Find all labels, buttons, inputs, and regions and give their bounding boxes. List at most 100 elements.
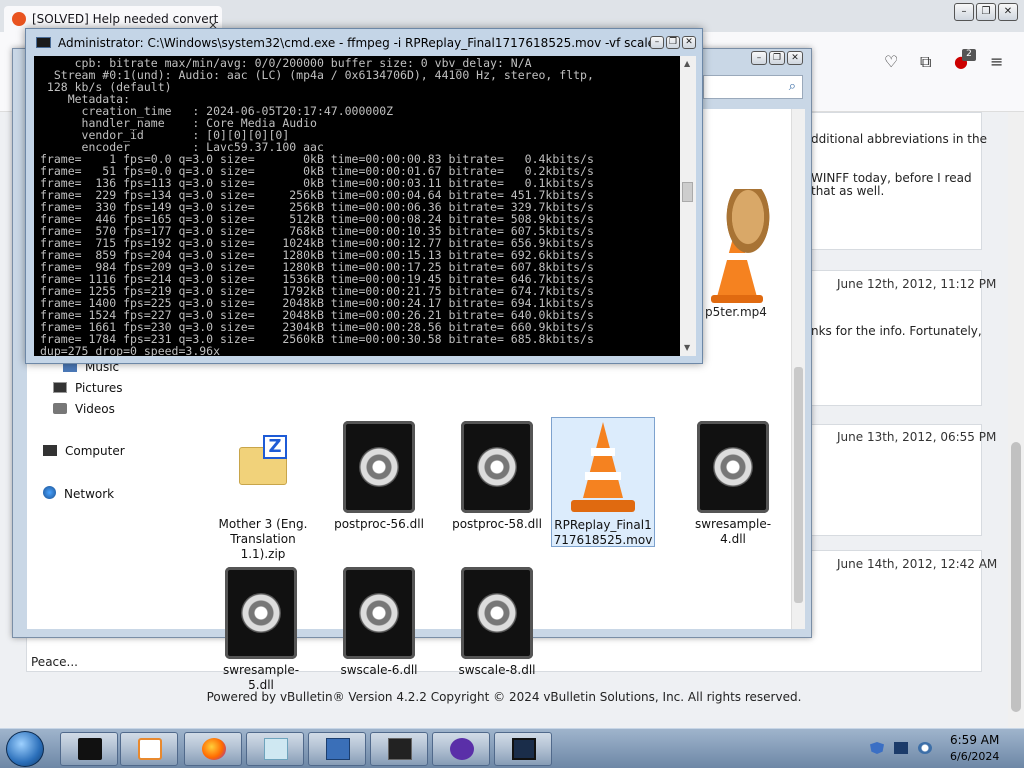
vlc-cone-icon[interactable]: [705, 189, 773, 305]
shield-icon[interactable]: [870, 742, 884, 754]
pocket-icon[interactable]: ♡: [884, 52, 898, 71]
nav-item-videos[interactable]: Videos: [53, 402, 115, 416]
post-date: June 13th, 2012, 06:55 PM: [837, 430, 997, 444]
file-item[interactable]: postproc-56.dll: [329, 421, 429, 532]
start-button[interactable]: [6, 731, 44, 767]
scroll-down-icon[interactable]: ▼: [684, 343, 690, 352]
menu-icon[interactable]: ≡: [990, 52, 1003, 71]
extensions-icon[interactable]: ⧉: [920, 52, 931, 72]
computer-icon: [43, 445, 57, 456]
taskbar-button[interactable]: [120, 732, 178, 766]
system-tray: 6:59 AM 6/6/2024: [862, 729, 1024, 768]
file-item[interactable]: swresample-5.dll: [211, 567, 311, 693]
console-output[interactable]: cpb: bitrate max/min/avg: 0/0/200000 buf…: [34, 56, 680, 356]
post-text: nks for the info. Fortunately,: [811, 324, 982, 338]
dll-gear-icon: [697, 421, 769, 513]
file-label: swresample-5.dll: [222, 663, 300, 692]
tab-title: [SOLVED] Help needed convert: [32, 12, 219, 26]
maximize-button[interactable]: ❐: [666, 36, 680, 49]
file-label: postproc-56.dll: [334, 517, 424, 531]
file-item-selected[interactable]: RPReplay_Final1717618525.mov: [551, 417, 655, 547]
nav-item-pictures[interactable]: Pictures: [53, 381, 123, 395]
minimize-button[interactable]: –: [954, 3, 974, 21]
vlc-cone-icon: [567, 422, 639, 514]
file-item[interactable]: postproc-58.dll: [447, 421, 547, 532]
page-scrollbar[interactable]: [1008, 112, 1024, 728]
file-label: swresample-4.dll: [694, 517, 772, 546]
page-scroll-thumb[interactable]: [1011, 442, 1021, 712]
ubuntu-icon: [12, 12, 26, 26]
file-label: RPReplay_Final1717618525.mov: [553, 518, 653, 547]
notepad-icon: [264, 738, 288, 760]
file-item[interactable]: swscale-8.dll: [447, 567, 547, 678]
minimize-button[interactable]: –: [650, 36, 664, 49]
file-label: swscale-6.dll: [340, 663, 418, 677]
post-text: Peace...: [31, 655, 78, 669]
console-line: 128 kb/s (default): [40, 80, 172, 94]
console-scrollbar[interactable]: ▲ ▼: [680, 56, 696, 356]
file-list-scrollbar[interactable]: [791, 109, 805, 629]
file-label: postproc-58.dll: [452, 517, 542, 531]
file-list-scroll-thumb[interactable]: [794, 367, 803, 603]
taskbar-button[interactable]: [432, 732, 490, 766]
footer-copyright: Powered by vBulletin® Version 4.2.2 Copy…: [206, 690, 802, 704]
console-line: dup=275 drop=0 speed=3.96x: [40, 344, 221, 356]
cmd-window-controls: – ❐ ✕: [650, 36, 696, 49]
clock-time[interactable]: 6:59 AM: [950, 733, 999, 747]
file-item[interactable]: swscale-6.dll: [329, 567, 429, 678]
nav-item-network[interactable]: Network: [43, 486, 114, 501]
cmd-title: Administrator: C:\Windows\system32\cmd.e…: [58, 36, 664, 50]
display-icon[interactable]: [894, 742, 908, 754]
taskbar-button[interactable]: [494, 732, 552, 766]
taskbar-button[interactable]: [246, 732, 304, 766]
taskbar-button[interactable]: [184, 732, 242, 766]
clock-date[interactable]: 6/6/2024: [950, 750, 999, 763]
dll-gear-icon: [461, 567, 533, 659]
close-button[interactable]: ✕: [787, 51, 803, 65]
keyboard-app-icon: [326, 738, 350, 760]
maximize-button[interactable]: ❐: [769, 51, 785, 65]
monitor-app-icon: [512, 738, 536, 760]
explorer-search-box[interactable]: ⌕: [703, 75, 803, 99]
minimize-button[interactable]: –: [751, 51, 767, 65]
file-label: Mother 3 (Eng. Translation 1.1).zip: [218, 517, 308, 561]
dll-gear-icon: [461, 421, 533, 513]
post-text: dditional abbreviations in the: [811, 132, 987, 146]
media-player-icon: [138, 738, 162, 760]
file-item[interactable]: Z Mother 3 (Eng. Translation 1.1).zip: [213, 421, 313, 562]
scroll-up-icon[interactable]: ▲: [684, 59, 690, 68]
search-icon[interactable]: ⌕: [789, 79, 796, 94]
glasses-app-icon: [450, 738, 474, 760]
maximize-button[interactable]: ❐: [976, 3, 996, 21]
zip-folder-icon: Z: [227, 421, 299, 513]
file-label[interactable]: p5ter.mp4: [705, 305, 767, 319]
post-text: WINFF today, before I read: [811, 171, 972, 185]
cmd-titlebar[interactable]: Administrator: C:\Windows\system32\cmd.e…: [26, 29, 702, 55]
extension-badge: 2: [962, 49, 976, 61]
dll-gear-icon: [225, 567, 297, 659]
dll-gear-icon: [343, 421, 415, 513]
console-app-icon: [78, 738, 102, 760]
close-button[interactable]: ✕: [998, 3, 1018, 21]
firefox-icon: [202, 738, 226, 760]
cmd-window: Administrator: C:\Windows\system32\cmd.e…: [25, 28, 703, 364]
post-text: that as well.: [811, 184, 885, 198]
screen-app-icon: [388, 738, 412, 760]
cmd-icon: [36, 37, 51, 48]
console-scroll-thumb[interactable]: [682, 182, 693, 202]
browser-window-controls: – ❐ ✕: [954, 3, 1018, 21]
taskbar-button[interactable]: [370, 732, 428, 766]
file-label: swscale-8.dll: [458, 663, 536, 677]
taskbar-button[interactable]: [308, 732, 366, 766]
close-button[interactable]: ✕: [682, 36, 696, 49]
hamster-mascot-icon: [723, 189, 773, 259]
file-item[interactable]: swresample-4.dll: [683, 421, 783, 547]
network-tray-icon[interactable]: [918, 742, 932, 754]
post-date: June 14th, 2012, 12:42 AM: [837, 557, 998, 571]
dll-gear-icon: [343, 567, 415, 659]
nav-item-computer[interactable]: Computer: [43, 444, 125, 458]
explorer-window-controls: – ❐ ✕: [751, 51, 803, 65]
taskbar-button[interactable]: [60, 732, 118, 766]
network-icon: [43, 486, 56, 499]
pictures-icon: [53, 382, 67, 393]
